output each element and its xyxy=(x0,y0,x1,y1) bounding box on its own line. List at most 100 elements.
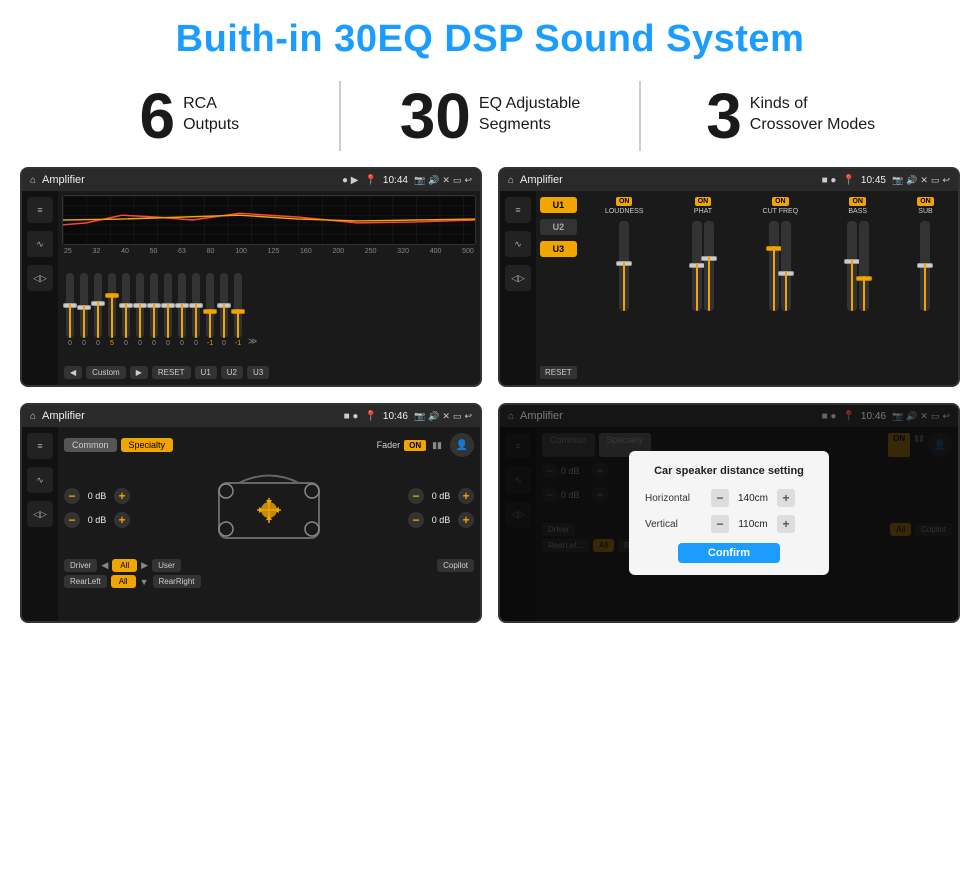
vertical-minus-btn[interactable]: − xyxy=(711,515,729,533)
eq-slider-5[interactable]: 0 xyxy=(122,273,130,347)
fader-settings-btn[interactable]: 👤 xyxy=(450,433,474,457)
home-icon-3[interactable]: ⌂ xyxy=(30,411,36,422)
db4-plus-btn[interactable]: + xyxy=(458,512,474,528)
amp2-vol-btn[interactable]: ◁▷ xyxy=(505,265,531,291)
eq-slider-13[interactable]: -1 xyxy=(234,273,242,347)
eq-reset-btn[interactable]: RESET xyxy=(152,366,191,379)
eq-status-icons: 📷 🔊 ✕ ▭ ↩ xyxy=(414,175,472,186)
eq-slider-7[interactable]: 0 xyxy=(150,273,158,347)
volume-icon: 🔊 xyxy=(428,175,439,186)
fader-on-toggle[interactable]: ON xyxy=(404,440,426,451)
all-btn-2[interactable]: All xyxy=(111,575,136,588)
driver-btn[interactable]: Driver xyxy=(64,559,97,572)
eq-freq-100: 100 xyxy=(235,248,247,255)
amp2-status-icons: 📷 🔊 ✕ ▭ ↩ xyxy=(892,175,950,186)
eq-slider-8[interactable]: 0 xyxy=(164,273,172,347)
amp2-wave-btn[interactable]: ∿ xyxy=(505,231,531,257)
bass-on-badge[interactable]: ON xyxy=(849,197,866,206)
eq-u1-btn[interactable]: U1 xyxy=(195,366,217,379)
fader-wave-btn[interactable]: ∿ xyxy=(27,467,53,493)
eq-more-btn[interactable]: ≫ xyxy=(248,336,257,347)
stat-number-crossover: 3 xyxy=(706,84,742,148)
fader-tab-common[interactable]: Common xyxy=(64,438,117,452)
amp2-u1-btn[interactable]: U1 xyxy=(540,197,577,213)
cutfreq-label: CUT FREQ xyxy=(763,208,799,215)
dialog-horizontal-label: Horizontal xyxy=(645,493,705,504)
dialog-screen: ⌂ Amplifier ■ ● 📍 10:46 📷 🔊 ✕ ▭ ↩ ≡ ∿ ◁▷ xyxy=(498,403,960,623)
channel-bass: ON BASS xyxy=(847,197,869,379)
dialog-overlay: Car speaker distance setting Horizontal … xyxy=(500,405,958,621)
eq-wave-btn[interactable]: ∿ xyxy=(27,231,53,257)
eq-u2-btn[interactable]: U2 xyxy=(221,366,243,379)
eq-slider-12[interactable]: 0 xyxy=(220,273,228,347)
fader-window-icon: ▭ xyxy=(453,411,462,422)
phat-on-badge[interactable]: ON xyxy=(695,197,712,206)
home-icon[interactable]: ⌂ xyxy=(30,175,36,186)
eq-vol-btn[interactable]: ◁▷ xyxy=(27,265,53,291)
fader-content: ≡ ∿ ◁▷ Common Specialty Fader ON ▮▮ 👤 xyxy=(22,427,480,621)
copilot-btn[interactable]: Copilot xyxy=(437,559,474,572)
rearright-btn[interactable]: RearRight xyxy=(153,575,201,588)
eq-slider-11[interactable]: -1 xyxy=(206,273,214,347)
stat-label-crossover: Kinds of Crossover Modes xyxy=(750,84,875,136)
horizontal-plus-btn[interactable]: + xyxy=(777,489,795,507)
eq-play-btn[interactable]: ▶ xyxy=(130,366,148,379)
eq-filter-btn[interactable]: ≡ xyxy=(27,197,53,223)
eq-slider-3[interactable]: 0 xyxy=(94,273,102,347)
amp2-reset-btn[interactable]: RESET xyxy=(540,366,577,379)
eq-u3-btn[interactable]: U3 xyxy=(247,366,269,379)
sub-slider-1[interactable] xyxy=(920,221,930,311)
home-icon-2[interactable]: ⌂ xyxy=(508,175,514,186)
eq-slider-9[interactable]: 0 xyxy=(178,273,186,347)
all-btn[interactable]: All xyxy=(112,559,137,572)
screens-grid: ⌂ Amplifier ● ▶ 📍 10:44 📷 🔊 ✕ ▭ ↩ ≡ ∿ ◁▷ xyxy=(0,167,980,633)
amp2-presets: U1 U2 U3 RESET xyxy=(540,197,577,379)
amp2-volume-icon: 🔊 xyxy=(906,175,917,186)
eq-slider-2[interactable]: 0 xyxy=(80,273,88,347)
stat-crossover: 3 Kinds of Crossover Modes xyxy=(661,84,920,148)
amp2-u3-btn[interactable]: U3 xyxy=(540,241,577,257)
confirm-button[interactable]: Confirm xyxy=(678,543,780,563)
eq-custom-label: Custom xyxy=(86,366,126,379)
db4-minus-btn[interactable]: − xyxy=(408,512,424,528)
user-btn[interactable]: User xyxy=(152,559,181,572)
loudness-slider[interactable] xyxy=(619,221,629,311)
eq-slider-1[interactable]: 0 xyxy=(66,273,74,347)
fader-arrow-left[interactable]: ◀ xyxy=(101,560,108,571)
fader-filter-btn[interactable]: ≡ xyxy=(27,433,53,459)
horizontal-minus-btn[interactable]: − xyxy=(711,489,729,507)
eq-prev-btn[interactable]: ◀ xyxy=(64,366,82,379)
db1-minus-btn[interactable]: − xyxy=(64,488,80,504)
dialog-vertical-row: Vertical − 110cm + xyxy=(645,515,813,533)
fader-arrow-right[interactable]: ▶ xyxy=(141,560,148,571)
fader-tab-specialty[interactable]: Specialty xyxy=(121,438,174,452)
db1-plus-btn[interactable]: + xyxy=(114,488,130,504)
sub-on-badge[interactable]: ON xyxy=(917,197,934,206)
eq-slider-4[interactable]: 5 xyxy=(108,273,116,347)
rearleft-btn[interactable]: RearLeft xyxy=(64,575,107,588)
db2-plus-btn[interactable]: + xyxy=(114,512,130,528)
loudness-on-badge[interactable]: ON xyxy=(616,197,633,206)
vertical-plus-btn[interactable]: + xyxy=(777,515,795,533)
amp2-u2-btn[interactable]: U2 xyxy=(540,219,577,235)
phat-slider-1[interactable] xyxy=(692,221,702,311)
db2-minus-btn[interactable]: − xyxy=(64,512,80,528)
fader-arrow-down[interactable]: ▼ xyxy=(140,575,149,588)
amp2-content: ≡ ∿ ◁▷ U1 U2 U3 RESET ON LOUDNESS xyxy=(500,191,958,385)
cutfreq-on-badge[interactable]: ON xyxy=(772,197,789,206)
eq-freq-200: 200 xyxy=(332,248,344,255)
bass-slider-2[interactable] xyxy=(859,221,869,311)
fader-vol-btn[interactable]: ◁▷ xyxy=(27,501,53,527)
eq-freq-320: 320 xyxy=(397,248,409,255)
eq-slider-6[interactable]: 0 xyxy=(136,273,144,347)
eq-freq-50: 50 xyxy=(150,248,158,255)
cutfreq-slider-2[interactable] xyxy=(781,221,791,311)
db3-plus-btn[interactable]: + xyxy=(458,488,474,504)
phat-slider-2[interactable] xyxy=(704,221,714,311)
bass-slider-1[interactable] xyxy=(847,221,857,311)
db3-minus-btn[interactable]: − xyxy=(408,488,424,504)
amp2-filter-btn[interactable]: ≡ xyxy=(505,197,531,223)
cutfreq-slider-1[interactable] xyxy=(769,221,779,311)
eq-slider-10[interactable]: 0 xyxy=(192,273,200,347)
eq-freq-400: 400 xyxy=(430,248,442,255)
